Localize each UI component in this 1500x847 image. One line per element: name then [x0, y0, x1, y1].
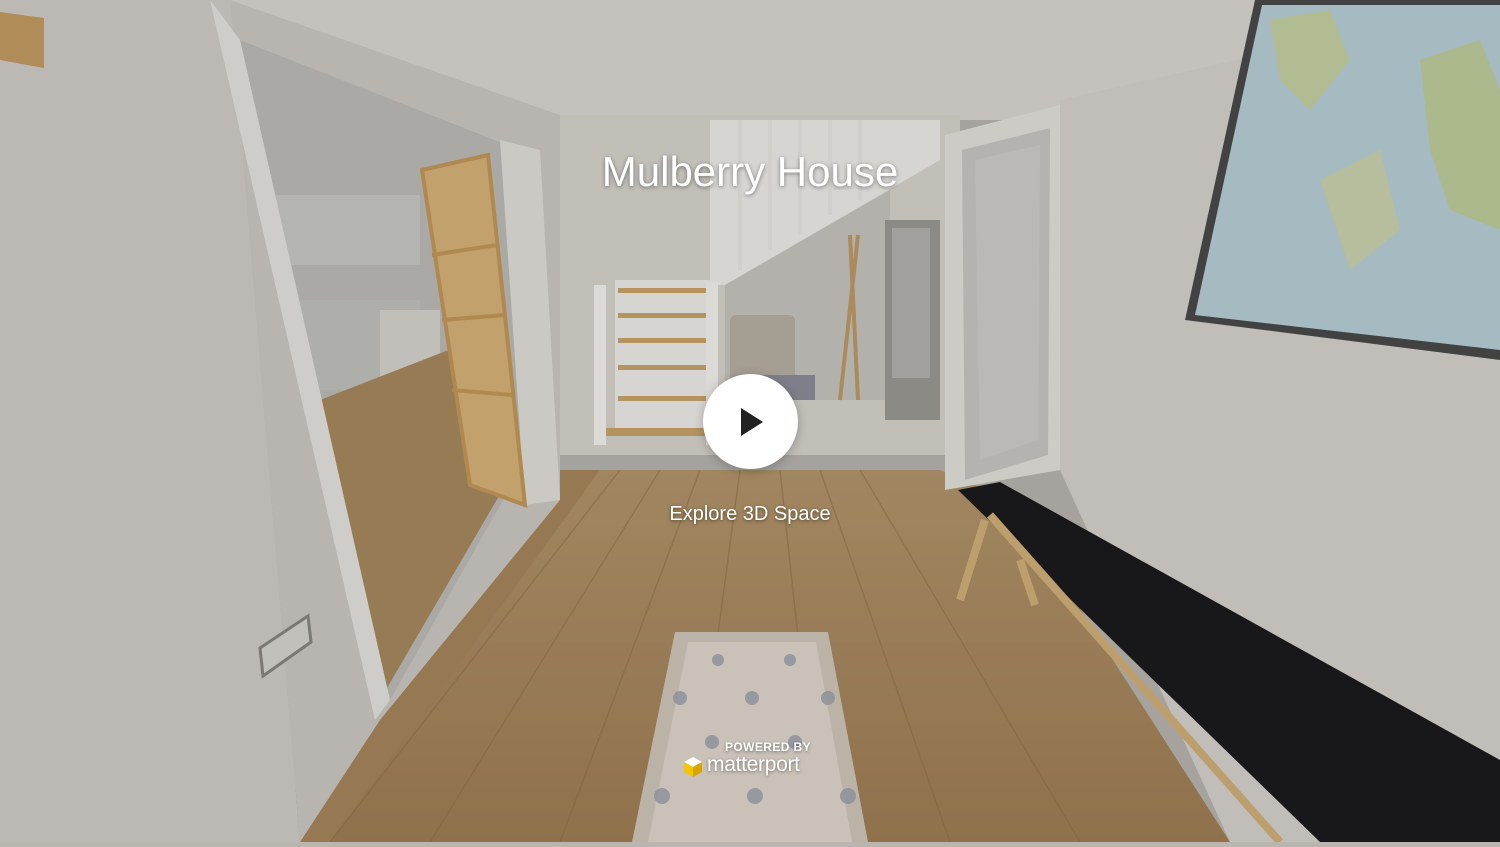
- powered-by-label: POWERED BY: [725, 740, 812, 754]
- powered-by-matterport[interactable]: POWERED BY matterport: [683, 740, 819, 780]
- matterport-cube-icon: [683, 756, 703, 783]
- model-title: Mulberry House: [601, 148, 899, 195]
- explore-3d-space-label: Explore 3D Space: [669, 503, 831, 525]
- play-icon: [736, 405, 766, 439]
- matterport-wordmark: matterport: [707, 753, 800, 776]
- play-button[interactable]: [703, 374, 798, 469]
